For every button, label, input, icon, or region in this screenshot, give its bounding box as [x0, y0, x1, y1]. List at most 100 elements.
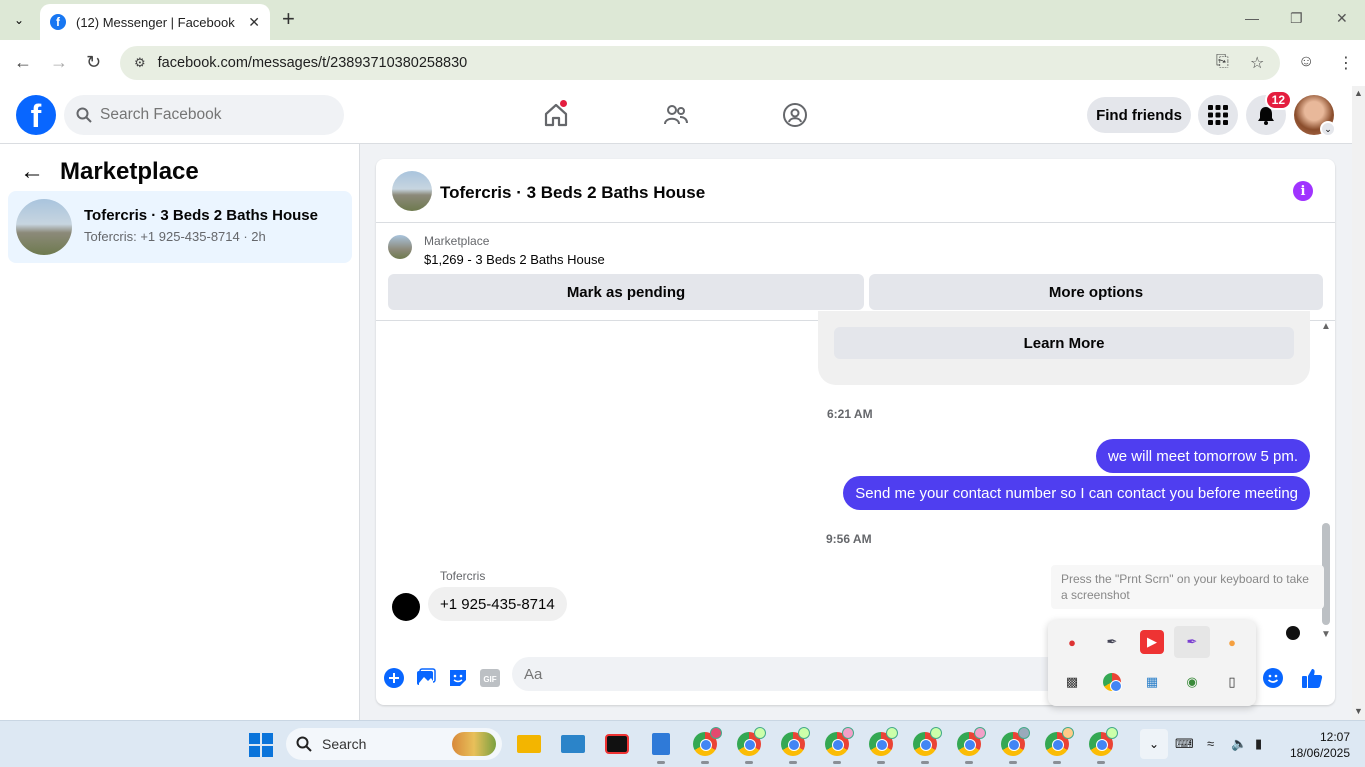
home-notification-dot	[559, 99, 568, 108]
info-icon[interactable]: i	[1293, 181, 1313, 201]
facebook-search-input[interactable]	[100, 106, 320, 124]
sender-avatar[interactable]	[392, 593, 420, 621]
chrome-taskbar-icon[interactable]	[1087, 727, 1118, 758]
reload-icon[interactable]: ↻	[86, 52, 101, 73]
page-scrollbar[interactable]: ▲ ▼	[1352, 86, 1365, 720]
bookmark-star-icon[interactable]: ☆	[1250, 53, 1264, 73]
chrome-taskbar-icon[interactable]	[735, 727, 766, 758]
running-indicator	[701, 761, 709, 764]
address-bar[interactable]: ⚙ facebook.com/messages/t/23893710380258…	[120, 46, 1280, 80]
running-indicator	[921, 761, 929, 764]
forward-icon[interactable]: →	[50, 52, 68, 73]
like-icon[interactable]	[1301, 667, 1323, 689]
chrome-taskbar-icon[interactable]	[999, 727, 1030, 758]
running-indicator	[1097, 761, 1105, 764]
more-options-button[interactable]: More options	[869, 274, 1323, 310]
listing-price[interactable]: $1,269 - 3 Beds 2 Baths House	[424, 252, 605, 267]
scroll-down-icon[interactable]: ▼	[1321, 629, 1331, 640]
conversation-name: Tofercris · 3 Beds 2 Baths House	[84, 207, 318, 224]
screen-record-icon[interactable]: ▶	[1140, 630, 1164, 654]
chat-title[interactable]: Tofercris · 3 Beds 2 Baths House	[440, 183, 705, 203]
gif-icon[interactable]: GIF	[479, 667, 501, 689]
chrome-taskbar-icon[interactable]	[911, 727, 942, 758]
timestamp: 9:56 AM	[826, 532, 872, 546]
chrome-taskbar-icon[interactable]	[955, 727, 986, 758]
window-close-icon[interactable]: ✕	[1336, 10, 1348, 27]
outgoing-message[interactable]: Send me your contact number so I can con…	[843, 476, 1310, 510]
outgoing-message[interactable]: we will meet tomorrow 5 pm.	[1095, 439, 1310, 473]
chrome-taskbar-icon[interactable]	[691, 727, 722, 758]
chrome-taskbar-icon[interactable]	[1043, 727, 1074, 758]
home-nav[interactable]	[536, 99, 576, 131]
chrome-taskbar-icon[interactable]	[867, 727, 898, 758]
chat-avatar[interactable]	[392, 171, 432, 211]
running-indicator	[1009, 761, 1017, 764]
chrome-taskbar-icon[interactable]	[779, 727, 810, 758]
battery-icon[interactable]: ▮	[1255, 736, 1262, 752]
display-icon[interactable]: ▩	[1060, 670, 1084, 694]
file-explorer-icon[interactable]	[515, 730, 543, 758]
recorder-icon[interactable]: ●	[1060, 630, 1084, 654]
script-icon[interactable]: ✒	[1100, 630, 1124, 654]
tray-chevron-icon[interactable]: ⌄	[1140, 729, 1168, 759]
friends-nav[interactable]	[656, 99, 696, 131]
add-icon[interactable]	[383, 667, 405, 689]
camera-app-icon[interactable]	[603, 730, 631, 758]
conversation-preview: Tofercris: +1 925-435-8714 · 2h	[84, 229, 266, 244]
windows-start-icon[interactable]	[249, 733, 273, 757]
chrome-tray-icon[interactable]	[1100, 670, 1124, 694]
taskbar-clock[interactable]: 12:07 18/06/2025	[1286, 729, 1350, 761]
page-scroll-up-icon[interactable]: ▲	[1354, 88, 1363, 98]
conversation-item[interactable]: Tofercris · 3 Beds 2 Baths House Tofercr…	[8, 191, 352, 263]
clock-date: 18/06/2025	[1289, 746, 1350, 760]
search-icon	[76, 107, 92, 123]
keyboard-icon[interactable]: ⌨	[1175, 736, 1194, 752]
page-scroll-down-icon[interactable]: ▼	[1354, 706, 1363, 716]
grid-menu-icon	[1208, 105, 1228, 125]
browser-tab[interactable]: f (12) Messenger | Facebook ✕	[40, 4, 270, 40]
mark-as-pending-button[interactable]: Mark as pending	[388, 274, 864, 310]
restore-icon[interactable]: ❐	[1290, 10, 1303, 27]
svg-text:GIF: GIF	[483, 675, 496, 684]
site-info-icon[interactable]: ⚙	[134, 55, 146, 71]
remote-desktop-icon[interactable]	[559, 730, 587, 758]
sticker-icon[interactable]	[447, 667, 469, 689]
notification-badge: 12	[1264, 90, 1292, 110]
pen-icon[interactable]: ✒	[1174, 626, 1210, 658]
emoji-icon[interactable]	[1262, 667, 1284, 689]
map-icon[interactable]: ▦	[1140, 670, 1164, 694]
new-tab-icon[interactable]: +	[282, 8, 295, 30]
menu-button[interactable]	[1198, 95, 1238, 135]
globe-icon[interactable]: ◉	[1180, 670, 1204, 694]
tab-search-chevron-icon[interactable]: ⌄	[6, 7, 32, 33]
facebook-logo-icon[interactable]: f	[16, 95, 56, 135]
volume-icon[interactable]: 🔈	[1231, 736, 1247, 752]
marketplace-listing-bar: Marketplace $1,269 - 3 Beds 2 Baths Hous…	[376, 223, 1335, 321]
running-indicator	[1053, 761, 1061, 764]
browser-menu-icon[interactable]: ⋮	[1338, 53, 1354, 73]
back-icon[interactable]: ←	[14, 52, 32, 73]
photo-icon[interactable]	[415, 667, 437, 689]
panel-header: ← Marketplace	[20, 158, 199, 186]
wifi-icon[interactable]: ≈	[1207, 736, 1214, 751]
chrome-taskbar-icon[interactable]	[823, 727, 854, 758]
status-dot	[1286, 626, 1300, 640]
incoming-message[interactable]: +1 925-435-8714	[428, 587, 567, 621]
notifications-button[interactable]: 12	[1246, 90, 1292, 135]
notepad-icon[interactable]	[647, 730, 675, 758]
profile-icon[interactable]: ☺	[1298, 53, 1314, 71]
account-avatar[interactable]: ⌄	[1294, 95, 1336, 137]
usb-icon[interactable]: ▯	[1220, 670, 1244, 694]
scroll-up-icon[interactable]: ▲	[1321, 321, 1331, 332]
tab-close-icon[interactable]: ✕	[248, 14, 260, 31]
groups-nav[interactable]	[775, 99, 815, 131]
back-arrow-icon[interactable]: ←	[20, 158, 44, 186]
learn-more-button[interactable]: Learn More	[834, 327, 1294, 359]
facebook-search[interactable]	[64, 95, 344, 135]
install-app-icon[interactable]: ⎘	[1216, 53, 1229, 71]
cloud-icon[interactable]: ●	[1220, 630, 1244, 654]
taskbar-search[interactable]: Search	[286, 728, 502, 760]
minimize-icon[interactable]: —	[1245, 10, 1259, 26]
find-friends-button[interactable]: Find friends	[1087, 97, 1191, 133]
clock-time: 12:07	[1319, 730, 1350, 744]
